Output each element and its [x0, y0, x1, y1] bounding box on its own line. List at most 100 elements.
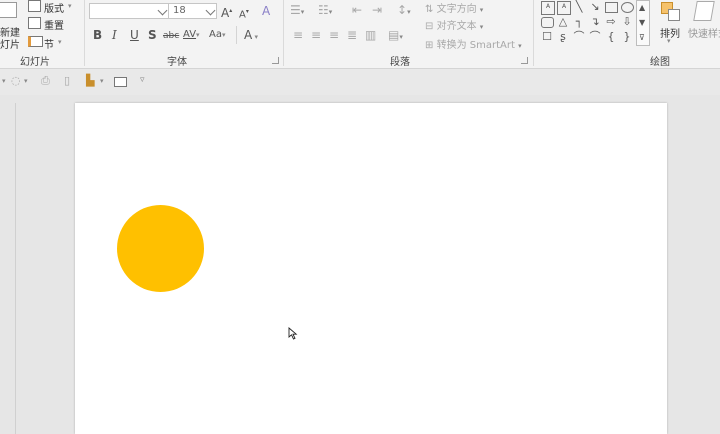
clear-formatting-icon: A — [262, 4, 271, 18]
ribbon: 新建 灯片 版式 ▾ 重置 节 ▾ 幻灯片 18 A▴ A▾ A B I U S… — [0, 0, 720, 69]
align-right-icon: ≡ — [329, 28, 340, 42]
dropdown-icon[interactable]: ▾ — [100, 77, 104, 85]
circle-shape[interactable] — [117, 205, 204, 292]
section-label: 节 — [44, 40, 54, 51]
layout-label: 版式 — [44, 4, 64, 15]
distributed-button[interactable]: ▥ — [365, 28, 376, 42]
new-slide-icon — [0, 2, 17, 18]
align-text-button[interactable]: ⊟ 对齐文本 ▾ — [425, 17, 483, 32]
format-painter-icon[interactable]: ▙ — [86, 74, 94, 88]
convert-smartart-label: 转换为 SmartArt — [436, 40, 515, 51]
right-brace-shape-icon[interactable]: } — [621, 31, 633, 43]
grow-font-button[interactable]: A▴ — [221, 4, 232, 20]
mouse-cursor-icon — [288, 327, 298, 340]
text-shadow-button[interactable]: S — [148, 28, 157, 42]
shapes-gallery-scroll[interactable]: ▲ ▼ ⊽ — [636, 0, 650, 46]
text-direction-button[interactable]: ⇅ 文字方向 ▾ — [425, 0, 483, 15]
align-center-icon: ≡ — [311, 28, 322, 42]
arrange-button[interactable]: 排列 ▾ — [657, 0, 683, 48]
new-slide-label-line2: 灯片 — [0, 40, 20, 51]
gallery-down-icon[interactable]: ▼ — [639, 18, 645, 27]
text-direction-label: 文字方向 — [436, 4, 477, 15]
elbow-arrow-shape-icon[interactable]: ↴ — [589, 16, 601, 28]
new-slide-button[interactable]: 新建 灯片 — [0, 0, 20, 51]
elbow-connector-shape-icon[interactable]: ┐ — [573, 16, 585, 28]
font-size-combobox[interactable]: 18 — [168, 3, 217, 19]
font-size-dropdown-icon[interactable] — [205, 5, 216, 16]
dropdown-icon[interactable]: ▾ — [24, 77, 28, 85]
justify-button[interactable]: ≣ — [347, 28, 357, 42]
bold-button[interactable]: B — [93, 28, 102, 42]
text-box-shape-icon[interactable]: A — [541, 1, 555, 15]
arrow-line-shape-icon[interactable]: ↘ — [589, 1, 601, 13]
separator — [533, 0, 534, 66]
bullets-icon: ☰ — [290, 3, 301, 17]
callout-shape-icon[interactable]: ☐ — [541, 31, 553, 43]
freeform-shape-icon[interactable]: ʂ — [557, 31, 569, 43]
shapes-gallery[interactable]: A A ╲ ↘ △ ┐ ↴ ⇨ ⇩ ☐ ʂ ⌒ ⌒ { } — [539, 0, 635, 46]
shrink-font-button[interactable]: A▾ — [239, 5, 249, 22]
underline-icon: U — [130, 28, 139, 42]
align-text-label: 对齐文本 — [436, 21, 477, 32]
triangle-shape-icon[interactable]: △ — [557, 16, 569, 28]
separator — [283, 0, 284, 66]
print-icon[interactable]: ⎙ — [41, 74, 50, 88]
text-shadow-icon: S — [148, 28, 157, 42]
increase-indent-icon: ⇥ — [372, 3, 383, 17]
columns-button[interactable]: ▤▾ — [388, 28, 403, 44]
bullets-button[interactable]: ☰▾ — [290, 3, 304, 19]
left-brace-shape-icon[interactable]: { — [605, 31, 617, 43]
smartart-icon: ⊞ — [425, 40, 434, 51]
character-spacing-icon: AV — [183, 29, 197, 40]
justify-icon: ≣ — [347, 28, 358, 42]
character-spacing-button[interactable]: AV▾ — [183, 28, 200, 42]
layout-dropdown-icon: ▾ — [68, 2, 72, 10]
paragraph-dialog-launcher-icon[interactable] — [521, 57, 528, 64]
arrange-dropdown-icon: ▾ — [667, 37, 671, 45]
grow-font-icon: A — [221, 6, 230, 20]
increase-indent-button[interactable]: ⇥ — [372, 3, 382, 17]
gallery-up-icon[interactable]: ▲ — [639, 3, 645, 12]
section-button[interactable]: 节 ▾ — [28, 34, 78, 51]
italic-button[interactable]: I — [112, 28, 117, 42]
strikethrough-icon: abc — [163, 31, 180, 41]
circle-tool-icon[interactable]: ◌ — [11, 74, 21, 88]
decrease-indent-button[interactable]: ⇤ — [352, 3, 362, 17]
gallery-more-icon[interactable]: ⊽ — [639, 33, 645, 42]
separator — [84, 0, 85, 66]
align-right-button[interactable]: ≡ — [329, 28, 339, 42]
underline-button[interactable]: U — [130, 28, 139, 42]
strikethrough-button[interactable]: abc — [163, 29, 179, 43]
align-left-button[interactable]: ≡ — [293, 28, 303, 42]
customize-toolbar-icon[interactable]: ▿ — [140, 75, 145, 85]
font-name-combobox[interactable] — [89, 3, 169, 19]
curve-shape-icon[interactable]: ⌒ — [589, 31, 601, 43]
line-shape-icon[interactable]: ╲ — [573, 1, 585, 13]
down-arrow-shape-icon[interactable]: ⇩ — [621, 16, 633, 28]
align-center-button[interactable]: ≡ — [311, 28, 321, 42]
oval-shape-icon[interactable] — [621, 2, 634, 13]
layout-button[interactable]: 版式 ▾ — [28, 0, 78, 15]
clear-formatting-button[interactable]: A — [262, 4, 270, 18]
vertical-text-box-shape-icon[interactable]: A — [557, 1, 571, 15]
line-spacing-button[interactable]: ↕▾ — [397, 3, 411, 19]
quick-styles-label: 快速样式 — [688, 29, 720, 40]
right-arrow-shape-icon[interactable]: ⇨ — [605, 16, 617, 28]
rectangle-shape-icon[interactable] — [605, 2, 618, 13]
page-icon[interactable]: ▯ — [64, 74, 70, 88]
align-text-icon: ⊟ — [425, 21, 434, 32]
font-name-dropdown-icon[interactable] — [157, 5, 168, 16]
numbering-button[interactable]: ☷▾ — [318, 3, 332, 19]
slide-icon[interactable] — [114, 77, 127, 87]
quick-styles-button[interactable]: 快速样式 — [687, 0, 720, 48]
thumbnail-pane-border — [15, 103, 16, 434]
font-color-button[interactable]: A ▾ — [244, 28, 258, 44]
rounded-rectangle-shape-icon[interactable] — [541, 17, 554, 28]
arc-shape-icon[interactable]: ⌒ — [573, 31, 585, 43]
change-case-button[interactable]: Aa▾ — [209, 28, 225, 42]
reset-button[interactable]: 重置 — [28, 16, 78, 32]
font-dialog-launcher-icon[interactable] — [272, 57, 279, 64]
font-group-label: 字体 — [167, 57, 187, 68]
dropdown-icon[interactable]: ▾ — [2, 77, 6, 85]
convert-smartart-button[interactable]: ⊞ 转换为 SmartArt ▾ — [425, 36, 522, 51]
